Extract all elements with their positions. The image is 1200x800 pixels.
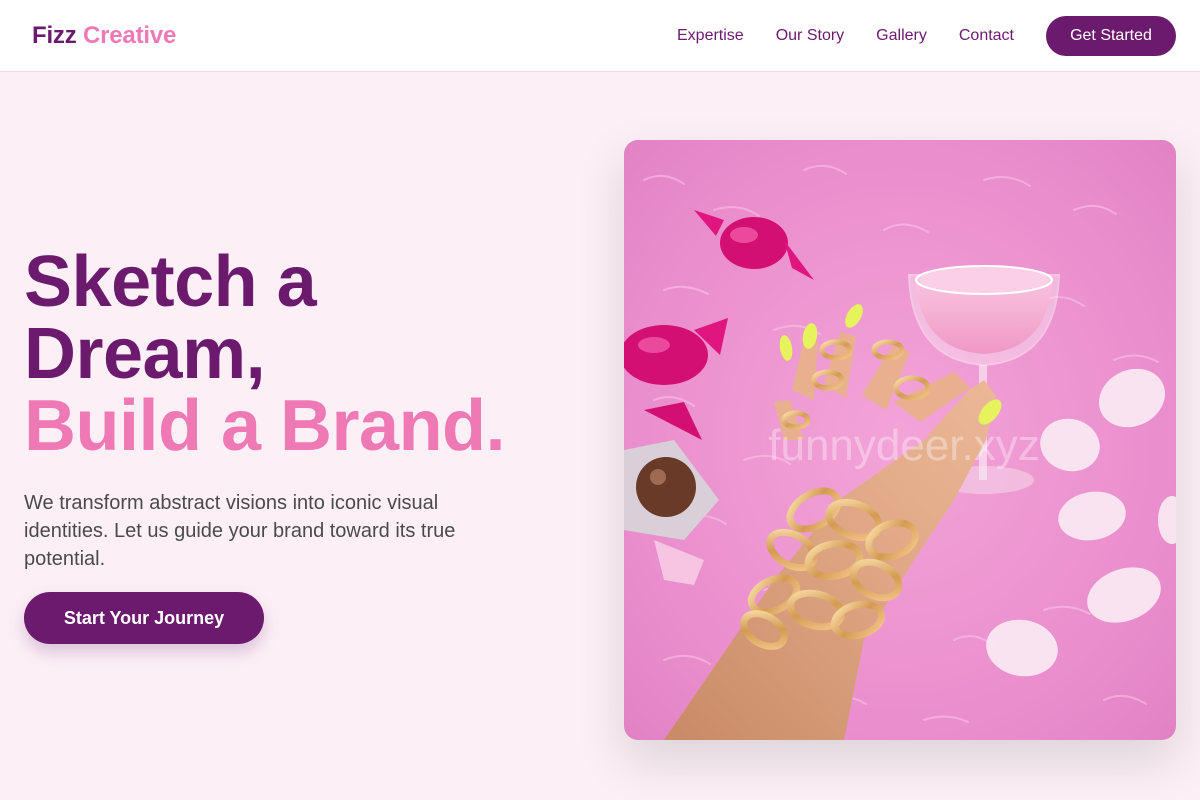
hero-title-line3: Build a Brand. (24, 386, 506, 466)
get-started-button[interactable]: Get Started (1046, 15, 1176, 56)
nav-link-gallery[interactable]: Gallery (876, 27, 927, 45)
image-watermark: funnydeer.xyz (768, 421, 1040, 470)
hero-headline: Sketch a Dream, Build a Brand. (24, 246, 584, 462)
brand-name-second: Creative (83, 21, 177, 49)
start-journey-button[interactable]: Start Your Journey (24, 592, 264, 644)
nav-menu: Expertise Our Story Gallery Contact Get … (677, 15, 1176, 56)
nav-link-contact[interactable]: Contact (959, 27, 1014, 45)
hero-title-line2: Dream, (24, 314, 266, 394)
hero-image: funnydeer.xyz (624, 140, 1176, 740)
hero-subtitle: We transform abstract visions into iconi… (24, 492, 456, 570)
nav-link-expertise[interactable]: Expertise (677, 27, 744, 45)
hero-title-line1: Sketch a (24, 242, 317, 322)
brand-logo[interactable]: Fizz Creative (32, 22, 176, 50)
top-navbar: Fizz Creative Expertise Our Story Galler… (0, 0, 1200, 72)
brand-name-first: Fizz (32, 21, 77, 49)
nav-link-our-story[interactable]: Our Story (776, 27, 844, 45)
